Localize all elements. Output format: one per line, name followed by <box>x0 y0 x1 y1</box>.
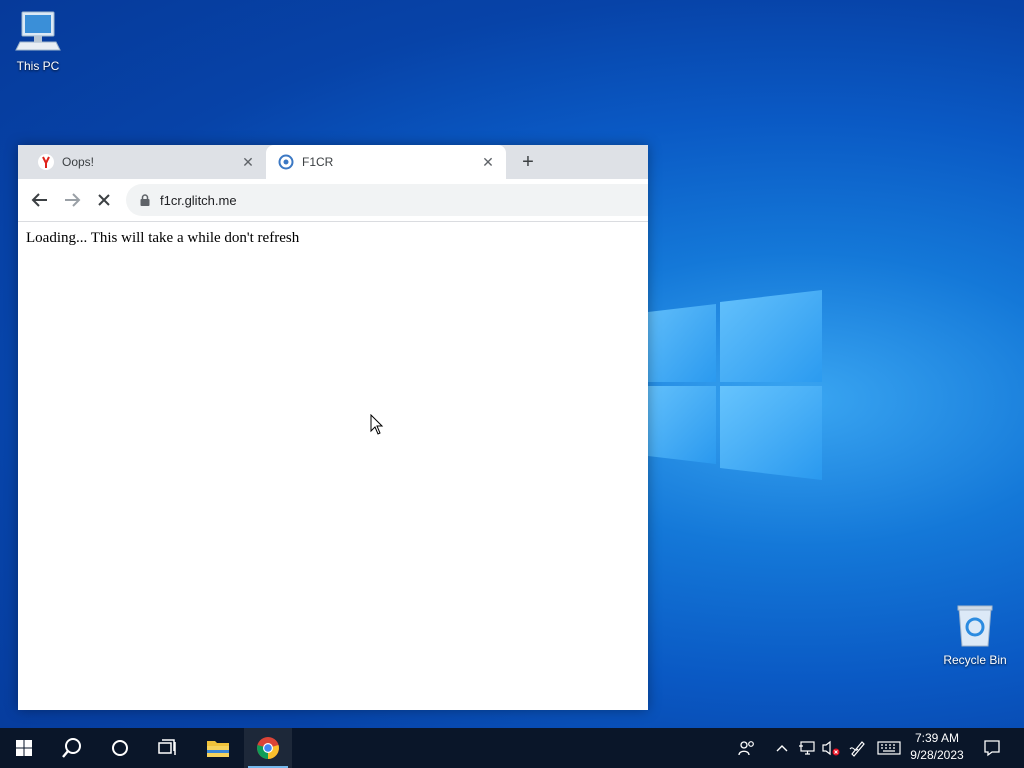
mouse-cursor-icon <box>370 414 384 435</box>
site-favicon-icon <box>278 154 294 170</box>
search-button[interactable] <box>48 728 96 768</box>
loading-message: Loading... This will take a while don't … <box>26 230 300 246</box>
browser-toolbar: f1cr.glitch.me <box>18 179 648 222</box>
notification-icon <box>984 740 1000 757</box>
start-button[interactable] <box>0 728 48 768</box>
people-button[interactable] <box>732 728 762 768</box>
clock-time: 7:39 AM <box>914 731 960 745</box>
network-button[interactable] <box>796 728 818 768</box>
taskbar: 7:39 AM 9/28/2023 <box>0 728 1024 768</box>
task-view-icon <box>158 739 176 755</box>
touch-keyboard-button[interactable] <box>874 728 904 768</box>
desktop-icon-label: This PC <box>16 59 60 73</box>
pen-workspace-button[interactable] <box>846 728 870 768</box>
windows-start-icon <box>16 740 32 756</box>
address-bar[interactable]: f1cr.glitch.me <box>126 184 648 216</box>
address-text: f1cr.glitch.me <box>160 192 237 208</box>
lock-icon <box>140 194 150 206</box>
keyboard-icon <box>877 741 901 755</box>
chevron-up-icon <box>776 745 788 752</box>
close-icon[interactable]: ✕ <box>240 154 256 170</box>
action-center-button[interactable] <box>978 728 1006 768</box>
tab-title: Oops! <box>62 155 95 169</box>
computer-icon <box>15 11 61 51</box>
show-hidden-icons-button[interactable] <box>772 728 792 768</box>
people-icon <box>738 741 754 756</box>
back-button[interactable] <box>28 188 52 212</box>
page-content: Loading... This will take a while don't … <box>18 222 648 710</box>
forward-button[interactable] <box>60 188 84 212</box>
chrome-icon <box>257 737 279 759</box>
desktop-icon-label: Recycle Bin <box>943 653 1007 667</box>
stop-icon <box>98 194 110 206</box>
volume-button[interactable] <box>820 728 842 768</box>
new-tab-button[interactable]: + <box>516 150 540 174</box>
taskbar-clock[interactable]: 7:39 AM 9/28/2023 <box>904 730 970 766</box>
cortana-icon <box>112 740 128 756</box>
cortana-button[interactable] <box>96 728 144 768</box>
tab-f1cr[interactable]: F1CR ✕ <box>266 145 506 179</box>
task-view-button[interactable] <box>144 728 192 768</box>
desktop-icon-this-pc[interactable]: This PC <box>0 8 76 73</box>
windows-logo-wallpaper <box>648 290 822 480</box>
browser-window: Oops! ✕ F1CR ✕ + f1cr.glitch.me Loading.… <box>18 145 648 710</box>
tab-strip: Oops! ✕ F1CR ✕ + <box>18 145 648 179</box>
chrome-button[interactable] <box>244 728 292 768</box>
network-icon <box>799 741 815 755</box>
volume-muted-icon <box>822 740 840 756</box>
desktop-icon-recycle-bin[interactable]: Recycle Bin <box>937 602 1013 667</box>
tab-title: F1CR <box>302 155 334 169</box>
forward-arrow-icon <box>65 193 81 207</box>
search-icon <box>62 738 81 758</box>
folder-icon <box>207 741 229 757</box>
tab-oops[interactable]: Oops! ✕ <box>26 145 266 179</box>
clock-date: 9/28/2023 <box>910 748 964 762</box>
stop-loading-button[interactable] <box>92 188 116 212</box>
file-explorer-button[interactable] <box>194 728 242 768</box>
pen-icon <box>849 741 865 757</box>
close-icon[interactable]: ✕ <box>480 154 496 170</box>
recycle-bin-icon <box>957 605 993 647</box>
back-arrow-icon <box>31 193 47 207</box>
yandex-icon <box>38 154 54 170</box>
